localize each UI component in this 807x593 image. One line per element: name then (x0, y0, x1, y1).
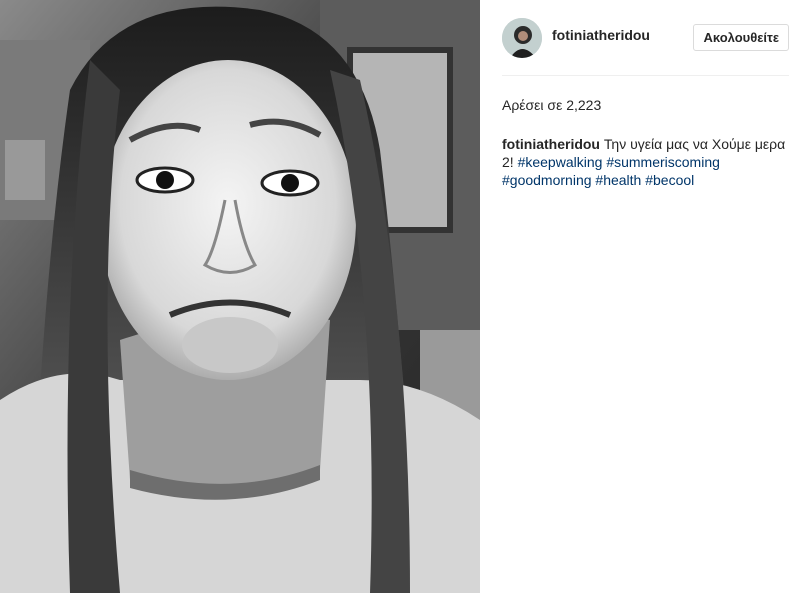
hashtag-goodmorning[interactable]: #goodmorning (502, 172, 592, 188)
avatar-image (502, 17, 542, 58)
hashtag-keepwalking[interactable]: #keepwalking (518, 154, 603, 170)
hashtag-health[interactable]: #health (595, 172, 641, 188)
caption-username[interactable]: fotiniatheridou (502, 136, 600, 152)
hashtag-becool[interactable]: #becool (645, 172, 694, 188)
username[interactable]: fotiniatheridou (552, 27, 650, 43)
selfie-image (0, 0, 480, 593)
hashtag-summeriscoming[interactable]: #summeriscoming (606, 154, 720, 170)
following-button[interactable]: Ακολουθείτε (693, 24, 789, 51)
post-photo[interactable] (0, 0, 480, 593)
likes-count[interactable]: Αρέσει σε 2,223 (502, 97, 789, 113)
post-sidebar: fotiniatheridou Ακολουθείτε Αρέσει σε 2,… (480, 0, 807, 593)
avatar[interactable] (502, 17, 542, 58)
instagram-post: fotiniatheridou Ακολουθείτε Αρέσει σε 2,… (0, 0, 807, 593)
caption: fotiniatheridou Την υγεία μας να Χούμε μ… (502, 135, 792, 189)
post-header: fotiniatheridou Ακολουθείτε (502, 0, 789, 76)
